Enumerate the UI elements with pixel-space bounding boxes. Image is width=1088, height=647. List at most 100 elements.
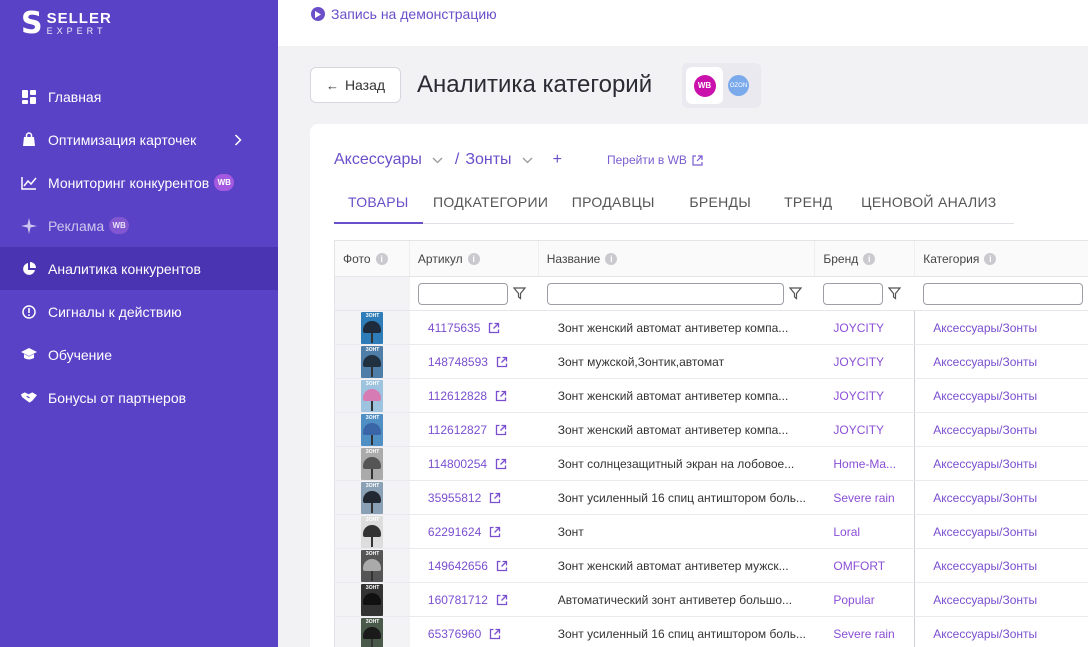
brand-link[interactable]: OMFORT [815, 549, 916, 582]
sku-link[interactable]: 62291624 [428, 525, 481, 539]
sku-cell[interactable]: 112612827 [410, 413, 539, 446]
table-row[interactable]: ЗОНТ 112612828 Зонт женский автомат антиве… [335, 379, 1088, 413]
info-icon[interactable]: i [863, 252, 876, 265]
sidebar-item-ads[interactable]: Реклама WB [0, 204, 278, 247]
table-row[interactable]: ЗОНТ 65376960 Зонт усиленный 16 спиц антиш… [335, 617, 1088, 647]
brand-link[interactable]: Severe rain [815, 481, 916, 514]
breadcrumb-subcategory[interactable]: Зонты [465, 151, 511, 169]
sku-link[interactable]: 148748593 [428, 355, 488, 369]
info-icon[interactable]: i [605, 252, 618, 265]
table-row[interactable]: ЗОНТ 41175635 Зонт женский автомат антивет… [335, 311, 1088, 345]
name-filter-input[interactable] [546, 282, 784, 305]
info-icon[interactable]: i [375, 252, 388, 265]
sidebar-item-action-signals[interactable]: Сигналы к действию [0, 290, 278, 333]
filter-icon[interactable] [888, 287, 902, 300]
product-thumbnail[interactable]: ЗОНТ [361, 617, 384, 647]
external-link-icon[interactable] [489, 492, 501, 504]
chevron-down-icon[interactable] [432, 157, 443, 164]
product-thumbnail[interactable]: ЗОНТ [361, 345, 384, 378]
sku-cell[interactable]: 65376960 [410, 617, 539, 647]
table-row[interactable]: ЗОНТ 112612827 Зонт женский автомат антиве… [335, 413, 1088, 447]
breadcrumb-category[interactable]: Аксессуары [334, 151, 422, 169]
chevron-right-icon[interactable] [234, 133, 242, 149]
category-link[interactable]: Аксессуары/Зонты [915, 617, 1088, 647]
product-thumbnail[interactable]: ЗОНТ [361, 583, 384, 616]
plus-icon[interactable]: + [553, 151, 562, 169]
table-row[interactable]: ЗОНТ 62291624 Зонт Loral Аксессуары/Зонты [335, 515, 1088, 549]
brand-link[interactable]: Home-Ma... [815, 447, 916, 480]
external-link-icon[interactable] [496, 356, 508, 368]
table-row[interactable]: ЗОНТ 35955812 Зонт усиленный 16 спиц антиш… [335, 481, 1088, 515]
sidebar-item-competitor-monitoring[interactable]: Мониторинг конкурентов WB [0, 161, 278, 204]
sku-cell[interactable]: 41175635 [410, 311, 539, 344]
category-link[interactable]: Аксессуары/Зонты [915, 515, 1088, 548]
external-link-icon[interactable] [489, 526, 501, 538]
category-link[interactable]: Аксессуары/Зонты [915, 583, 1088, 616]
product-thumbnail[interactable]: ЗОНТ [361, 413, 384, 446]
external-link-icon[interactable] [488, 322, 500, 334]
sku-link[interactable]: 149642656 [428, 559, 488, 573]
tab-subcategories[interactable]: ПОДКАТЕГОРИИ [423, 194, 559, 224]
brand-link[interactable]: Loral [815, 515, 916, 548]
table-row[interactable]: ЗОНТ 114800254 Зонт солнцезащитный экран н… [335, 447, 1088, 481]
sku-cell[interactable]: 148748593 [410, 345, 539, 378]
tab-price-analysis[interactable]: ЦЕНОВОЙ АНАЛИЗ [844, 194, 1014, 224]
marketplace-wb-option[interactable]: WB [686, 67, 723, 104]
product-thumbnail[interactable]: ЗОНТ [361, 379, 384, 412]
external-link-icon[interactable] [496, 594, 508, 606]
ozon-logo[interactable]: OZON [728, 75, 749, 96]
filter-icon[interactable] [788, 287, 802, 300]
sku-cell[interactable]: 149642656 [410, 549, 539, 582]
sidebar-item-competitor-analytics[interactable]: Аналитика конкурентов [0, 247, 278, 290]
category-link[interactable]: Аксессуары/Зонты [915, 413, 1088, 446]
sku-link[interactable]: 112612827 [428, 423, 487, 437]
sku-filter-input[interactable] [417, 282, 508, 305]
sidebar-item-partner-bonuses[interactable]: Бонусы от партнеров [0, 376, 278, 419]
sku-cell[interactable]: 160781712 [410, 583, 539, 616]
category-link[interactable]: Аксессуары/Зонты [915, 481, 1088, 514]
logo[interactable]: S SELLER EXPERT [21, 9, 112, 39]
category-link[interactable]: Аксессуары/Зонты [915, 549, 1088, 582]
tab-trend[interactable]: ТРЕНД [773, 194, 844, 224]
brand-link[interactable]: JOYCITY [815, 413, 916, 446]
info-icon[interactable]: i [984, 252, 997, 265]
filter-icon[interactable] [512, 287, 526, 300]
sku-link[interactable]: 112612828 [428, 389, 487, 403]
category-link[interactable]: Аксессуары/Зонты [915, 345, 1088, 378]
category-link[interactable]: Аксессуары/Зонты [915, 311, 1088, 344]
chevron-down-icon[interactable] [522, 157, 533, 164]
category-filter-input[interactable] [923, 282, 1084, 305]
info-icon[interactable]: i [467, 252, 480, 265]
tab-products[interactable]: ТОВАРЫ [334, 194, 423, 224]
sidebar-item-learning[interactable]: Обучение [0, 333, 278, 376]
sku-cell[interactable]: 62291624 [410, 515, 539, 548]
brand-filter-input[interactable] [823, 282, 884, 305]
tab-brands[interactable]: БРЕНДЫ [668, 194, 773, 224]
sku-cell[interactable]: 114800254 [410, 447, 539, 480]
brand-link[interactable]: JOYCITY [815, 311, 916, 344]
sku-link[interactable]: 41175635 [428, 321, 481, 335]
product-thumbnail[interactable]: ЗОНТ [361, 549, 384, 582]
external-link-icon[interactable] [495, 390, 507, 402]
sku-cell[interactable]: 112612828 [410, 379, 539, 412]
category-link[interactable]: Аксессуары/Зонты [915, 379, 1088, 412]
sku-cell[interactable]: 35955812 [410, 481, 539, 514]
sku-link[interactable]: 114800254 [428, 457, 487, 471]
category-link[interactable]: Аксессуары/Зонты [915, 447, 1088, 480]
demo-recording-link[interactable]: Запись на демонстрацию [311, 6, 497, 22]
sku-link[interactable]: 35955812 [428, 491, 481, 505]
sku-link[interactable]: 160781712 [428, 593, 488, 607]
open-in-wb-link[interactable]: Перейти в WB [607, 153, 703, 167]
brand-link[interactable]: JOYCITY [815, 345, 916, 378]
sidebar-item-card-optimization[interactable]: Оптимизация карточек [0, 118, 278, 161]
product-thumbnail[interactable]: ЗОНТ [361, 447, 384, 480]
tab-sellers[interactable]: ПРОДАВЦЫ [559, 194, 668, 224]
sidebar-item-home[interactable]: Главная [0, 75, 278, 118]
brand-link[interactable]: Severe rain [815, 617, 916, 647]
table-row[interactable]: ЗОНТ 148748593 Зонт мужской,Зонтик,автомат… [335, 345, 1088, 379]
brand-link[interactable]: Popular [815, 583, 916, 616]
product-thumbnail[interactable]: ЗОНТ [361, 311, 384, 344]
back-button[interactable]: ← Назад [310, 67, 401, 103]
external-link-icon[interactable] [495, 424, 507, 436]
external-link-icon[interactable] [489, 628, 501, 640]
